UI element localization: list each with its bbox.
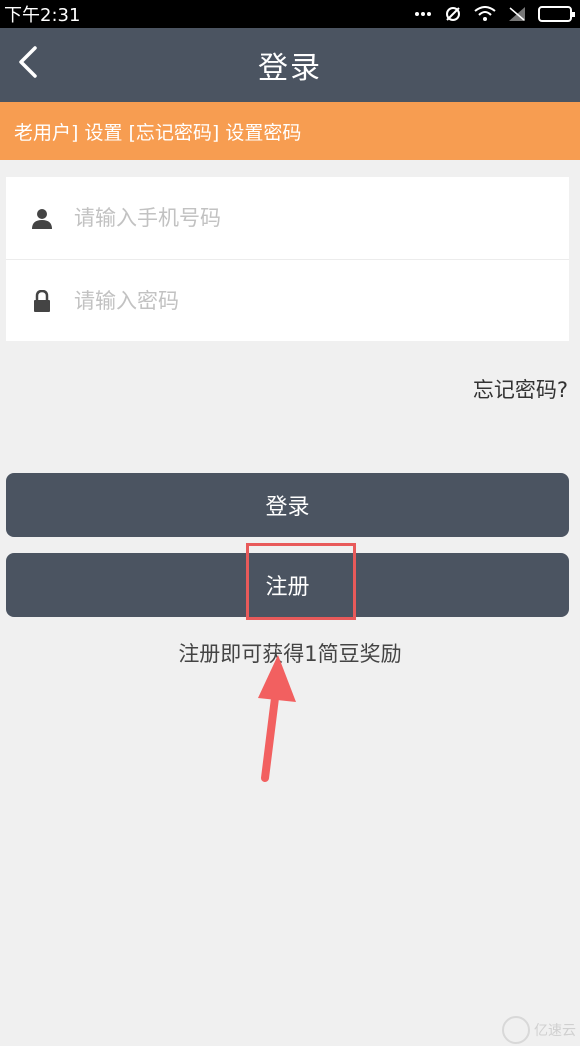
signal-dots-icon: [414, 11, 432, 17]
sync-icon: [444, 5, 462, 23]
register-button[interactable]: 注册: [6, 553, 569, 617]
password-input[interactable]: [74, 288, 514, 313]
nav-bar: 登录: [0, 28, 580, 102]
password-row: [6, 259, 569, 341]
user-icon: [30, 206, 54, 230]
status-bar: 下午2:31: [0, 0, 580, 28]
login-button[interactable]: 登录: [6, 473, 569, 537]
watermark-logo-icon: [502, 1016, 530, 1044]
watermark-text: 亿速云: [534, 1023, 576, 1039]
reward-hint: 注册即可获得1简豆奖励: [178, 642, 402, 666]
no-sim-icon: [508, 6, 526, 22]
status-icons: [414, 5, 575, 23]
forgot-password-link[interactable]: 忘记密码?: [473, 374, 568, 404]
login-form: [6, 177, 569, 341]
page-title: 登录: [258, 51, 322, 86]
battery-icon: [538, 6, 575, 22]
watermark: 亿速云: [502, 1016, 576, 1044]
notice-text: 老用户] 设置 [忘记密码] 设置密码: [14, 121, 302, 144]
notice-bar: 老用户] 设置 [忘记密码] 设置密码: [0, 102, 580, 160]
status-time: 下午2:31: [4, 5, 81, 26]
lock-icon: [30, 289, 54, 313]
chevron-left-icon: [17, 45, 39, 83]
phone-row: [6, 177, 569, 259]
wifi-icon: [474, 6, 496, 22]
phone-input[interactable]: [74, 206, 514, 230]
back-button[interactable]: [6, 42, 50, 86]
